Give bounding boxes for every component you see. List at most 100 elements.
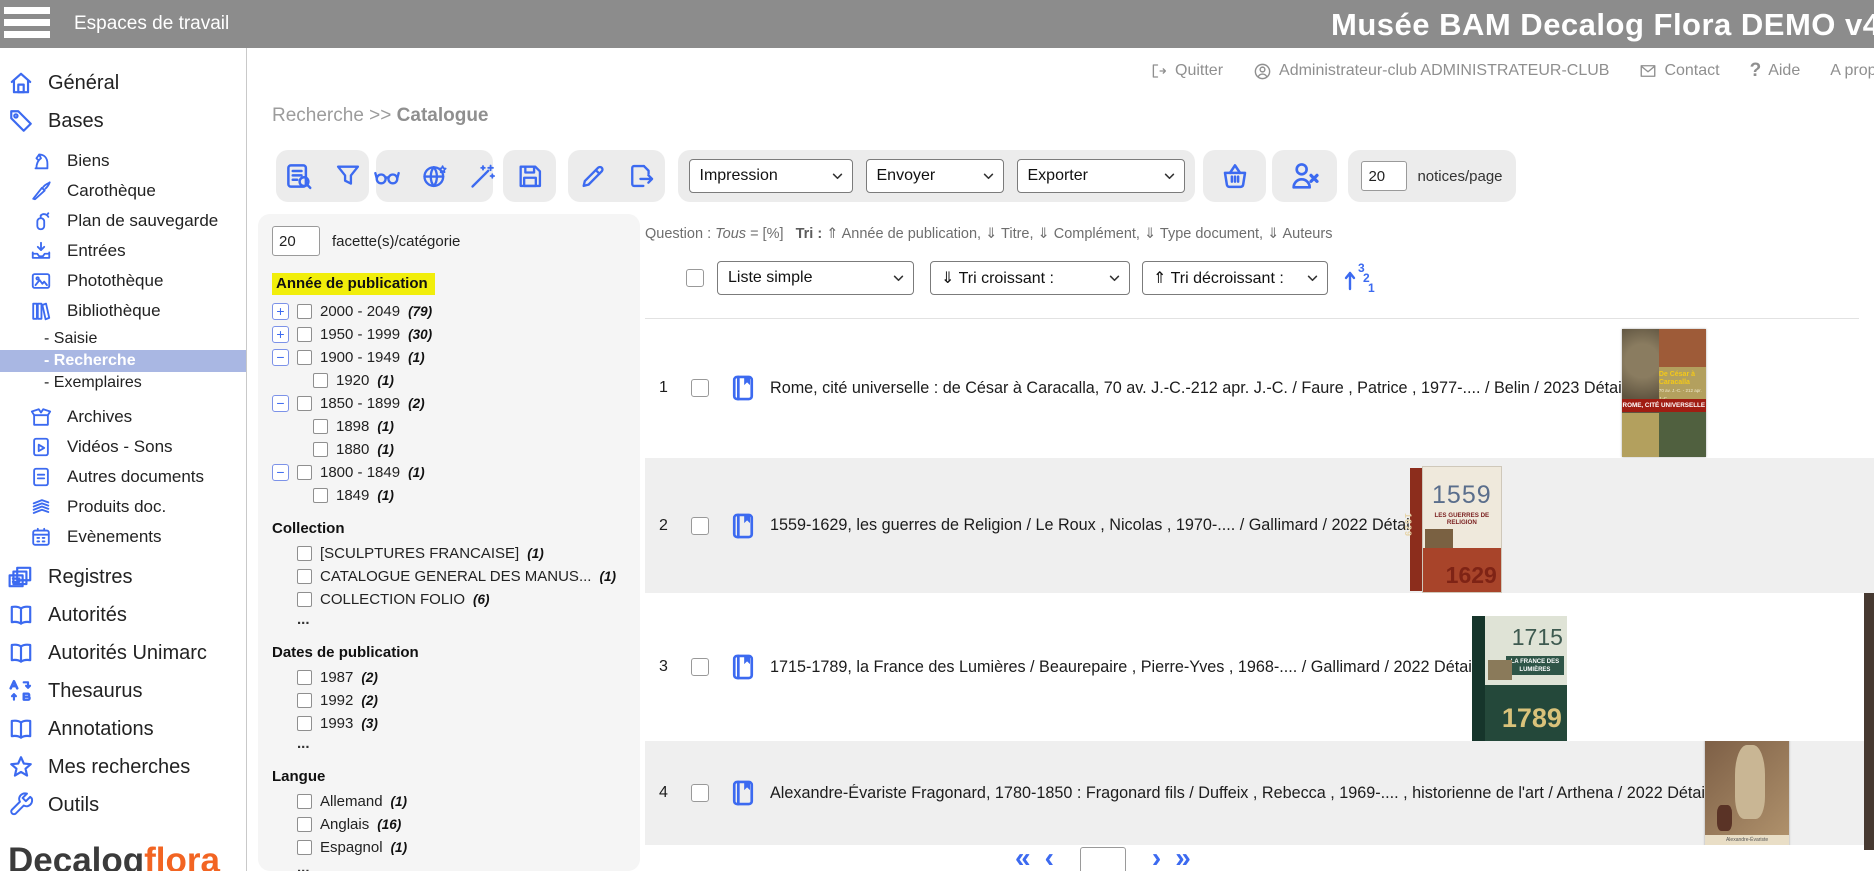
last-page-button[interactable]: » xyxy=(1175,845,1191,871)
help-link[interactable]: ? Aide xyxy=(1750,60,1801,82)
facet-checkbox[interactable] xyxy=(297,546,312,561)
magic-wand-button[interactable] xyxy=(469,162,497,190)
facet-more-link[interactable]: ... xyxy=(272,735,640,755)
facet-checkbox[interactable] xyxy=(313,488,328,503)
sort-numeric-descending-button[interactable]: 3 2 1 xyxy=(1342,261,1376,295)
sort-ascending-select[interactable]: ⇓ Tri croissant : xyxy=(930,261,1130,295)
facet-checkbox[interactable] xyxy=(297,569,312,584)
facet-checkbox[interactable] xyxy=(297,840,312,855)
facet-label[interactable]: 1880 xyxy=(336,441,369,458)
result-title-link[interactable]: Rome, cité universelle : de César à Cara… xyxy=(770,379,1639,398)
sidebar-item-mes-recherches[interactable]: Mes recherches xyxy=(0,748,246,786)
facet-checkbox[interactable] xyxy=(313,373,328,388)
facet-label[interactable]: 1900 - 1949 xyxy=(320,349,400,366)
basket-button[interactable] xyxy=(1220,161,1250,191)
facet-checkbox[interactable] xyxy=(297,592,312,607)
facet-collapse-button[interactable]: − xyxy=(272,349,289,366)
about-link[interactable]: A propos xyxy=(1830,62,1874,80)
sidebar-item-recherche-selected[interactable]: - Recherche xyxy=(0,350,246,372)
facet-collapse-button[interactable]: − xyxy=(272,464,289,481)
user-account-link[interactable]: Administrateur-club ADMINISTRATEUR-CLUB xyxy=(1253,62,1609,81)
facet-checkbox[interactable] xyxy=(297,693,312,708)
sidebar-item-thesaurus[interactable]: Thesaurus xyxy=(0,672,246,710)
list-search-button[interactable] xyxy=(284,161,314,191)
page-number-input[interactable] xyxy=(1080,847,1126,871)
result-checkbox[interactable] xyxy=(691,658,709,676)
previous-page-button[interactable]: ‹ xyxy=(1045,845,1054,871)
facet-checkbox[interactable] xyxy=(313,442,328,457)
book-record-icon[interactable] xyxy=(729,653,757,681)
sidebar-item-bases[interactable]: Bases xyxy=(0,102,246,140)
sidebar-item-videos-sons[interactable]: Vidéos - Sons xyxy=(0,432,246,462)
facet-label[interactable]: 2000 - 2049 xyxy=(320,303,400,320)
sidebar-item-saisie[interactable]: - Saisie xyxy=(0,328,246,350)
facet-more-link[interactable]: ... xyxy=(272,611,640,631)
facet-label[interactable]: 1898 xyxy=(336,418,369,435)
facet-checkbox[interactable] xyxy=(297,817,312,832)
facet-label[interactable]: [SCULPTURES FRANCAISE] xyxy=(320,545,519,562)
first-page-button[interactable]: « xyxy=(1015,845,1031,871)
facet-checkbox[interactable] xyxy=(297,327,312,342)
facet-label[interactable]: 1850 - 1899 xyxy=(320,395,400,412)
sort-descending-select[interactable]: ⇑ Tri décroissant : xyxy=(1142,261,1328,295)
sidebar-item-exemplaires[interactable]: - Exemplaires xyxy=(0,372,246,394)
hamburger-menu-icon[interactable] xyxy=(4,7,50,43)
sidebar-item-autres-documents[interactable]: Autres documents xyxy=(0,462,246,492)
sidebar-item-general[interactable]: Général xyxy=(0,64,246,102)
facet-label[interactable]: Espagnol xyxy=(320,839,383,856)
export-record-button[interactable] xyxy=(627,162,655,190)
sidebar-item-autorites-unimarc[interactable]: Autorités Unimarc xyxy=(0,634,246,672)
book-record-icon[interactable] xyxy=(729,512,757,540)
sidebar-item-outils[interactable]: Outils xyxy=(0,786,246,824)
quit-link[interactable]: Quitter xyxy=(1150,62,1223,80)
view-mode-select[interactable]: Liste simple xyxy=(717,261,914,295)
facet-label[interactable]: COLLECTION FOLIO xyxy=(320,591,465,608)
filter-button[interactable] xyxy=(334,162,362,190)
contact-link[interactable]: Contact xyxy=(1639,62,1719,80)
facet-label[interactable]: 1993 xyxy=(320,715,353,732)
preview-button[interactable] xyxy=(373,162,401,190)
facet-checkbox[interactable] xyxy=(297,396,312,411)
impression-select[interactable]: Impression xyxy=(689,159,853,193)
result-checkbox[interactable] xyxy=(691,379,709,397)
notices-per-page-input[interactable] xyxy=(1361,161,1407,191)
result-title-link[interactable]: 1559-1629, les guerres de Religion / Le … xyxy=(770,516,1427,535)
book-cover-thumbnail[interactable]: De César à Caracalla70 av. J.-C. - 212 a… xyxy=(1622,329,1706,457)
envoyer-select[interactable]: Envoyer xyxy=(866,159,1004,193)
save-button[interactable] xyxy=(516,162,544,190)
facet-label[interactable]: Allemand xyxy=(320,793,383,810)
result-title-link[interactable]: Alexandre-Évariste Fragonard, 1780-1850 … xyxy=(770,784,1722,803)
facet-label[interactable]: 1950 - 1999 xyxy=(320,326,400,343)
sidebar-item-evenements[interactable]: Evènements xyxy=(0,522,246,552)
facet-expand-button[interactable]: + xyxy=(272,326,289,343)
book-cover-thumbnail[interactable]: 1629 1559 LES GUERRES DE RELIGION 1629 xyxy=(1410,466,1502,593)
sidebar-item-produits-doc[interactable]: Produits doc. xyxy=(0,492,246,522)
facet-label[interactable]: 1849 xyxy=(336,487,369,504)
facet-checkbox[interactable] xyxy=(297,716,312,731)
facet-label[interactable]: Anglais xyxy=(320,816,369,833)
book-cover-thumbnail[interactable]: Alexandre-Évariste FRAGONARD xyxy=(1705,741,1789,845)
exporter-select[interactable]: Exporter xyxy=(1017,159,1185,193)
sidebar-item-bibliotheque[interactable]: Bibliothèque xyxy=(0,296,246,326)
web-button[interactable] xyxy=(421,162,449,190)
sidebar-item-registres[interactable]: Registres xyxy=(0,558,246,596)
facet-checkbox[interactable] xyxy=(297,350,312,365)
sidebar-item-carotheque[interactable]: Carothèque xyxy=(0,176,246,206)
facet-more-link[interactable]: ... xyxy=(272,859,640,871)
facet-checkbox[interactable] xyxy=(297,794,312,809)
facet-checkbox[interactable] xyxy=(297,465,312,480)
sidebar-item-archives[interactable]: Archives xyxy=(0,402,246,432)
breadcrumb-parent[interactable]: Recherche xyxy=(272,105,364,126)
sidebar-item-entrees[interactable]: Entrées xyxy=(0,236,246,266)
facet-checkbox[interactable] xyxy=(297,304,312,319)
result-checkbox[interactable] xyxy=(691,517,709,535)
facet-label[interactable]: CATALOGUE GENERAL DES MANUS... xyxy=(320,568,591,585)
sidebar-item-autorites[interactable]: Autorités xyxy=(0,596,246,634)
facet-expand-button[interactable]: + xyxy=(272,303,289,320)
select-all-checkbox[interactable] xyxy=(686,269,704,287)
edit-button[interactable] xyxy=(579,162,607,190)
remove-user-button[interactable] xyxy=(1289,160,1321,192)
facet-checkbox[interactable] xyxy=(313,419,328,434)
facet-checkbox[interactable] xyxy=(297,670,312,685)
facet-label[interactable]: 1992 xyxy=(320,692,353,709)
